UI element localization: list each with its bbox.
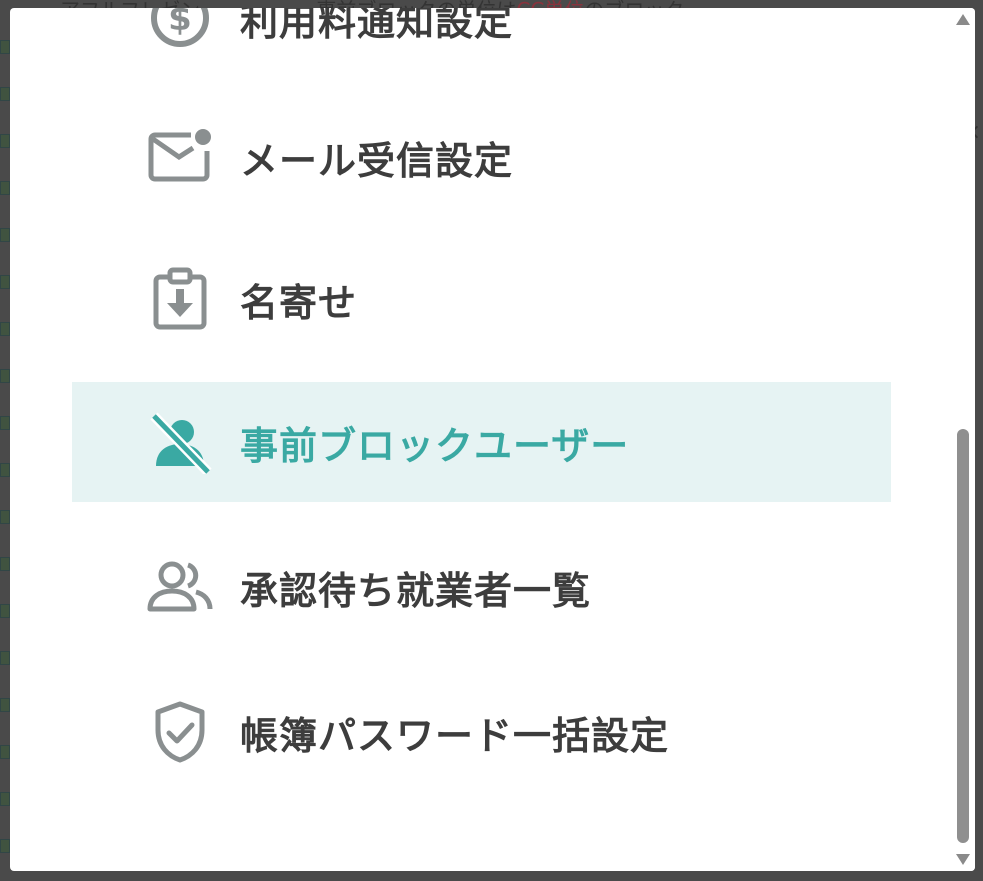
- menu-item-ledger-password[interactable]: 帳簿パスワード一括設定: [72, 672, 891, 792]
- scroll-up-arrow-icon[interactable]: [956, 14, 970, 25]
- menu-item-pending-workers[interactable]: 承認待ち就業者一覧: [72, 527, 891, 647]
- scrollbar-thumb[interactable]: [957, 429, 969, 843]
- mail-notification-icon: [146, 123, 214, 191]
- dollar-circle-icon: $: [146, 8, 214, 52]
- clipboard-download-icon: [146, 265, 214, 333]
- menu-item-label: 承認待ち就業者一覧: [240, 568, 592, 613]
- menu-item-label: 帳簿パスワード一括設定: [240, 713, 670, 758]
- menu-item-label: 利用料通知設定: [240, 8, 514, 44]
- menu-item-name-matching[interactable]: 名寄せ: [72, 239, 891, 359]
- menu-item-usage-notification[interactable]: $ 利用料通知設定: [72, 8, 891, 78]
- background-row-markers: [0, 40, 10, 881]
- settings-menu-modal: $ 利用料通知設定 メール受信設定 名寄せ 事前ブロックユーザー 承認待ち就業者…: [10, 8, 975, 871]
- menu-item-label: 名寄せ: [240, 280, 358, 325]
- scroll-down-arrow-icon[interactable]: [956, 854, 970, 865]
- users-icon: [146, 553, 214, 621]
- vertical-scrollbar[interactable]: [951, 8, 975, 871]
- menu-item-label: メール受信設定: [240, 138, 514, 183]
- menu-item-label: 事前ブロックユーザー: [240, 423, 630, 468]
- menu-item-mail-settings[interactable]: メール受信設定: [72, 97, 891, 217]
- user-blocked-icon: [146, 408, 214, 476]
- menu-item-pre-blocked-users[interactable]: 事前ブロックユーザー: [72, 382, 891, 502]
- svg-text:$: $: [168, 8, 192, 39]
- shield-check-icon: [146, 698, 214, 766]
